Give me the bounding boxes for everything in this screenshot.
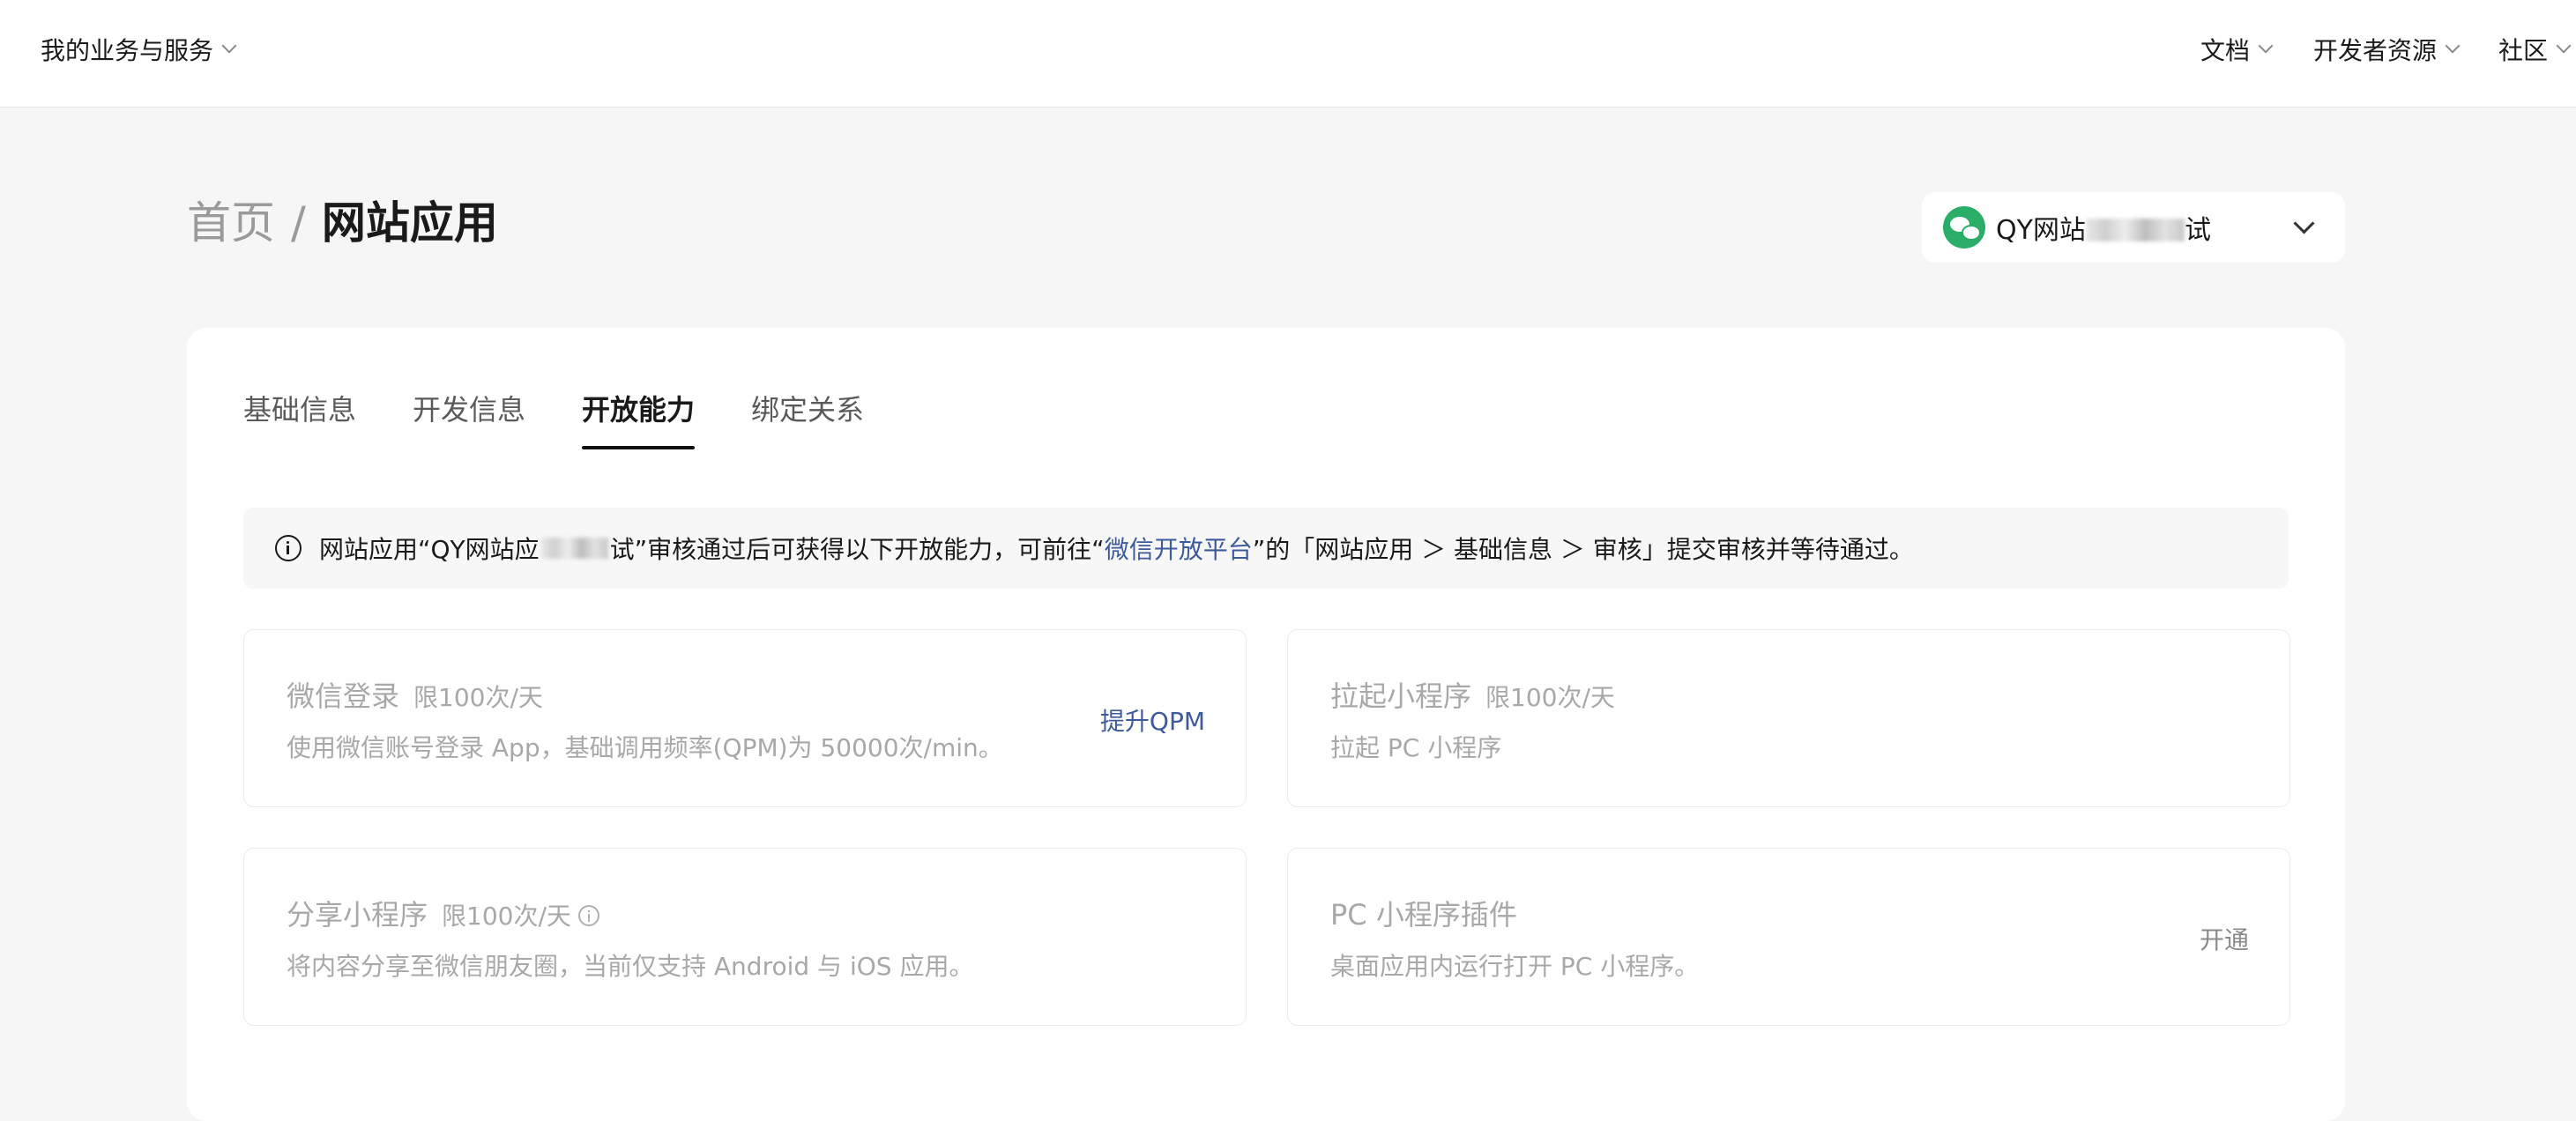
nav-developer-resources-label: 开发者资源 xyxy=(2313,36,2438,65)
feature-title-row: 微信登录 限100次/天 xyxy=(287,674,543,715)
notice-middle: ”审核通过后可获得以下开放能力，可前往“ xyxy=(634,535,1105,564)
chevron-down-icon xyxy=(2556,38,2572,54)
app-selector-name: QY网站试 xyxy=(1996,215,2211,246)
redacted-text xyxy=(2085,218,2185,241)
nav-developer-resources[interactable]: 开发者资源 xyxy=(2313,32,2461,67)
feature-card-wechat-login: 微信登录 限100次/天 使用微信账号登录 App，基础调用频率(QPM)为 5… xyxy=(243,629,1247,807)
feature-description: 桌面应用内运行打开 PC 小程序。 xyxy=(1330,952,1700,981)
tab-binding[interactable]: 绑定关系 xyxy=(751,388,864,449)
wechat-icon xyxy=(1943,206,1985,249)
tab-basic-info[interactable]: 基础信息 xyxy=(243,388,356,449)
feature-title-row: 分享小程序 限100次/天 xyxy=(287,893,599,933)
enable-button[interactable]: 开通 xyxy=(2200,921,2249,956)
info-icon xyxy=(275,535,302,561)
chevron-down-icon xyxy=(221,38,237,54)
feature-title: 分享小程序 xyxy=(287,898,428,932)
feature-card-launch-miniprogram: 拉起小程序 限100次/天 拉起 PC 小程序 xyxy=(1287,629,2290,807)
feature-description: 使用微信账号登录 App，基础调用频率(QPM)为 50000次/min。 xyxy=(287,733,1003,762)
feature-card-pc-miniprogram-plugin: PC 小程序插件 桌面应用内运行打开 PC 小程序。 开通 xyxy=(1287,848,2290,1026)
nav-community-label: 社区 xyxy=(2498,36,2549,65)
feature-title: 微信登录 xyxy=(287,679,400,713)
upgrade-qpm-button[interactable]: 提升QPM xyxy=(1100,702,1205,738)
top-navigation-bar: 我的业务与服务 文档 开发者资源 社区 xyxy=(0,0,2576,108)
feature-title: 拉起小程序 xyxy=(1330,679,1472,713)
nav-community[interactable]: 社区 xyxy=(2498,32,2572,67)
services-menu[interactable]: 我的业务与服务 xyxy=(41,32,237,67)
nav-docs-label: 文档 xyxy=(2200,36,2251,65)
info-icon[interactable] xyxy=(577,905,599,926)
notice-suffix: ”的「网站应用 ＞ 基础信息 ＞ 审核」提交审核并等待通过。 xyxy=(1252,535,1914,564)
notice-middle-pre: 试 xyxy=(609,535,635,564)
page-title: 网站应用 xyxy=(321,197,498,249)
chevron-down-icon xyxy=(2445,38,2461,54)
chevron-down-icon xyxy=(2293,212,2315,234)
tab-bar: 基础信息 开发信息 开放能力 绑定关系 xyxy=(243,388,920,449)
breadcrumb-separator: / xyxy=(291,197,306,249)
nav-docs[interactable]: 文档 xyxy=(2200,32,2274,67)
feature-title: PC 小程序插件 xyxy=(1330,898,1517,932)
feature-description: 将内容分享至微信朋友圈，当前仅支持 Android 与 iOS 应用。 xyxy=(287,952,974,981)
breadcrumb: 首页 / 网站应用 xyxy=(187,201,498,245)
feature-card-share-miniprogram: 分享小程序 限100次/天 将内容分享至微信朋友圈，当前仅支持 Android … xyxy=(243,848,1247,1026)
app-selector-dropdown[interactable]: QY网站试 xyxy=(1922,192,2345,263)
feature-description: 拉起 PC 小程序 xyxy=(1330,733,1502,762)
feature-title-row: 拉起小程序 限100次/天 xyxy=(1330,674,1615,715)
tab-open-capabilities[interactable]: 开放能力 xyxy=(582,388,696,449)
notice-prefix: 网站应用“QY网站应 xyxy=(319,535,540,564)
feature-title-row: PC 小程序插件 xyxy=(1330,893,1517,933)
chevron-down-icon xyxy=(2258,38,2274,54)
tab-dev-info[interactable]: 开发信息 xyxy=(413,388,525,449)
breadcrumb-home[interactable]: 首页 xyxy=(187,201,275,245)
main-card: 基础信息 开发信息 开放能力 绑定关系 网站应用“QY网站应 试 ”审核通过后可… xyxy=(187,328,2345,1121)
feature-limit: 限100次/天 xyxy=(1485,683,1615,712)
feature-limit: 限100次/天 xyxy=(413,683,543,712)
feature-limit: 限100次/天 xyxy=(442,902,571,931)
open-platform-link[interactable]: 微信开放平台 xyxy=(1105,531,1253,566)
services-menu-label: 我的业务与服务 xyxy=(41,36,214,65)
redacted-text xyxy=(540,538,608,559)
info-notice: 网站应用“QY网站应 试 ”审核通过后可获得以下开放能力，可前往“ 微信开放平台… xyxy=(243,508,2289,589)
